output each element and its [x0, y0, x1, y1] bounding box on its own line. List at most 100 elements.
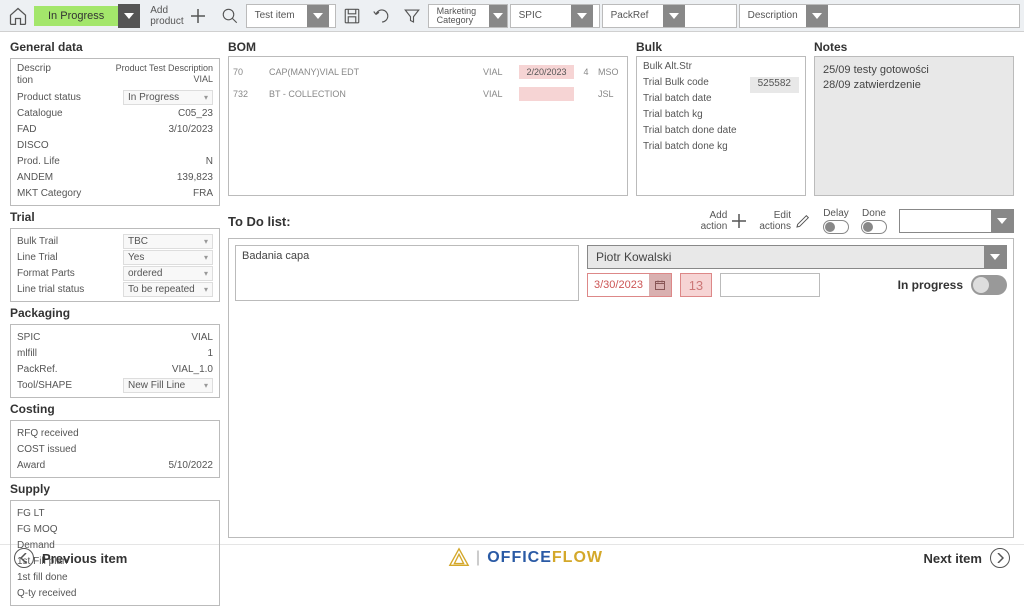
field-label: COST issued [17, 444, 97, 455]
field-value: N [206, 156, 213, 167]
filter-icon[interactable] [398, 2, 426, 30]
todo-title: To Do list: [228, 214, 291, 229]
field-label: RFQ received [17, 428, 97, 439]
field-row: 1st fill done [17, 569, 213, 585]
spic-dropdown[interactable]: SPIC [510, 4, 600, 28]
home-icon[interactable] [4, 2, 32, 30]
marketing-category-dropdown[interactable]: Marketing Category [428, 4, 508, 28]
edit-actions-button[interactable]: Edit actions [759, 210, 811, 232]
search-icon[interactable] [216, 2, 244, 30]
bulk-row: Trial batch date [643, 93, 799, 109]
bulk-row: Trial batch kg [643, 109, 799, 125]
field-row: CatalogueC05_23 [17, 105, 213, 121]
field-label: SPIC [17, 332, 97, 343]
bom-row[interactable]: 70CAP(MANY)VIAL EDTVIAL2/20/20234MSO [233, 61, 623, 83]
field-value: 5/10/2022 [169, 460, 214, 471]
field-label: Award [17, 460, 97, 471]
field-dropdown[interactable]: ordered▾ [123, 266, 213, 281]
field-dropdown[interactable]: TBC▾ [123, 234, 213, 249]
field-label: PackRef. [17, 364, 97, 375]
costing-panel: RFQ received COST issued Award 5/10/2022 [10, 420, 220, 478]
empty-input[interactable] [720, 273, 820, 297]
field-dropdown[interactable]: Yes▾ [123, 250, 213, 265]
bulk-row: Trial Bulk code525582 [643, 77, 799, 93]
costing-title: Costing [10, 400, 220, 418]
chevron-down-icon [806, 5, 828, 27]
field-row: DISCO [17, 137, 213, 153]
packaging-title: Packaging [10, 304, 220, 322]
todo-panel: Badania capa Piotr Kowalski 3/30/2023 13 [228, 238, 1014, 538]
status-dropdown[interactable]: In Progress [34, 4, 140, 28]
bulk-title: Bulk [636, 38, 806, 56]
field-row: Q-ty received [17, 585, 213, 601]
field-value: 139,823 [177, 172, 213, 183]
general-panel: Descrip tionProduct Test Description VIA… [10, 58, 220, 206]
progress-toggle[interactable] [971, 275, 1007, 295]
field-label: MKT Category [17, 188, 97, 199]
previous-item-button[interactable]: Previous item [14, 548, 127, 568]
bom-row[interactable]: 732BT - COLLECTIONVIALJSL [233, 83, 623, 105]
packaging-panel: SPICVIALmlfill1PackRef.VIAL_1.0Tool/SHAP… [10, 324, 220, 398]
add-product-label: Add product [150, 5, 183, 27]
description-dropdown[interactable]: Description [739, 4, 1020, 28]
field-label: 1st fill done [17, 572, 97, 583]
field-row: Format Parts ordered▾ [17, 265, 213, 281]
notes-panel[interactable]: 25/09 testy gotowości 28/09 zatwierdzeni… [814, 56, 1014, 196]
done-toggle[interactable]: Done [861, 208, 887, 234]
field-label: FG MOQ [17, 524, 97, 535]
bulk-row: Bulk Alt.Str [643, 61, 799, 77]
field-row: Bulk Trail TBC▾ [17, 233, 213, 249]
undo-icon[interactable] [368, 2, 396, 30]
date-input[interactable]: 3/30/2023 [587, 273, 672, 297]
field-label: Descrip tion [17, 63, 97, 87]
save-icon[interactable] [338, 2, 366, 30]
add-action-button[interactable]: Add action [701, 210, 748, 232]
field-label: Line Trial [17, 252, 97, 263]
field-dropdown[interactable]: New Fill Line▾ [123, 378, 213, 393]
person-dropdown[interactable]: Piotr Kowalski [587, 245, 1007, 269]
field-row: Product status In Progress▾ [17, 89, 213, 105]
delay-toggle[interactable]: Delay [823, 208, 849, 234]
field-row: PackRef. VIAL_1.0 [17, 361, 213, 377]
field-label: Format Parts [17, 268, 97, 279]
logo: | OFFICEFLOW [448, 547, 603, 569]
test-item-dropdown[interactable]: Test item [246, 4, 336, 28]
field-row: RFQ received [17, 425, 213, 441]
field-value: C05_23 [178, 108, 213, 119]
field-value: FRA [193, 188, 213, 199]
field-label: Prod. Life [17, 156, 97, 167]
field-row: FG LT [17, 505, 213, 521]
field-label: Bulk Trail [17, 236, 97, 247]
field-label: Tool/SHAPE [17, 380, 97, 391]
toolbar: In Progress Add product Test item Market… [0, 0, 1024, 32]
bulk-badge: 525582 [750, 77, 799, 93]
field-row: MKT Category FRA [17, 185, 213, 201]
field-label: Product status [17, 92, 97, 103]
add-product-button[interactable]: Add product [142, 5, 213, 27]
chevron-down-icon [663, 5, 685, 27]
field-value: VIAL [191, 332, 213, 343]
field-label: FAD [17, 124, 97, 135]
field-value: VIAL_1.0 [172, 364, 213, 375]
field-dropdown[interactable]: To be repeated▾ [123, 282, 213, 297]
chevron-left-icon [14, 548, 34, 568]
chevron-down-icon [118, 4, 140, 28]
bulk-panel: Bulk Alt.StrTrial Bulk code525582Trial b… [636, 56, 806, 196]
general-data-title: General data [10, 38, 220, 56]
days-count: 13 [680, 273, 712, 297]
next-item-button[interactable]: Next item [923, 548, 1010, 568]
field-row: COST issued [17, 441, 213, 457]
bom-panel: 70CAP(MANY)VIAL EDTVIAL2/20/20234MSO732B… [228, 56, 628, 196]
field-value: 3/10/2023 [169, 124, 214, 135]
packref-dropdown[interactable]: PackRef [602, 4, 737, 28]
chevron-down-icon [307, 5, 329, 27]
assign-dropdown[interactable] [899, 209, 1014, 233]
chevron-down-icon [991, 210, 1013, 232]
field-dropdown[interactable]: In Progress▾ [123, 90, 213, 105]
field-row: Line trial status To be repeated▾ [17, 281, 213, 297]
field-label: DISCO [17, 140, 97, 151]
field-row: ANDEM139,823 [17, 169, 213, 185]
trial-panel: Bulk TrailTBC▾Line TrialYes▾Format Parts… [10, 228, 220, 302]
field-label: Line trial status [17, 284, 97, 295]
todo-description[interactable]: Badania capa [235, 245, 579, 301]
